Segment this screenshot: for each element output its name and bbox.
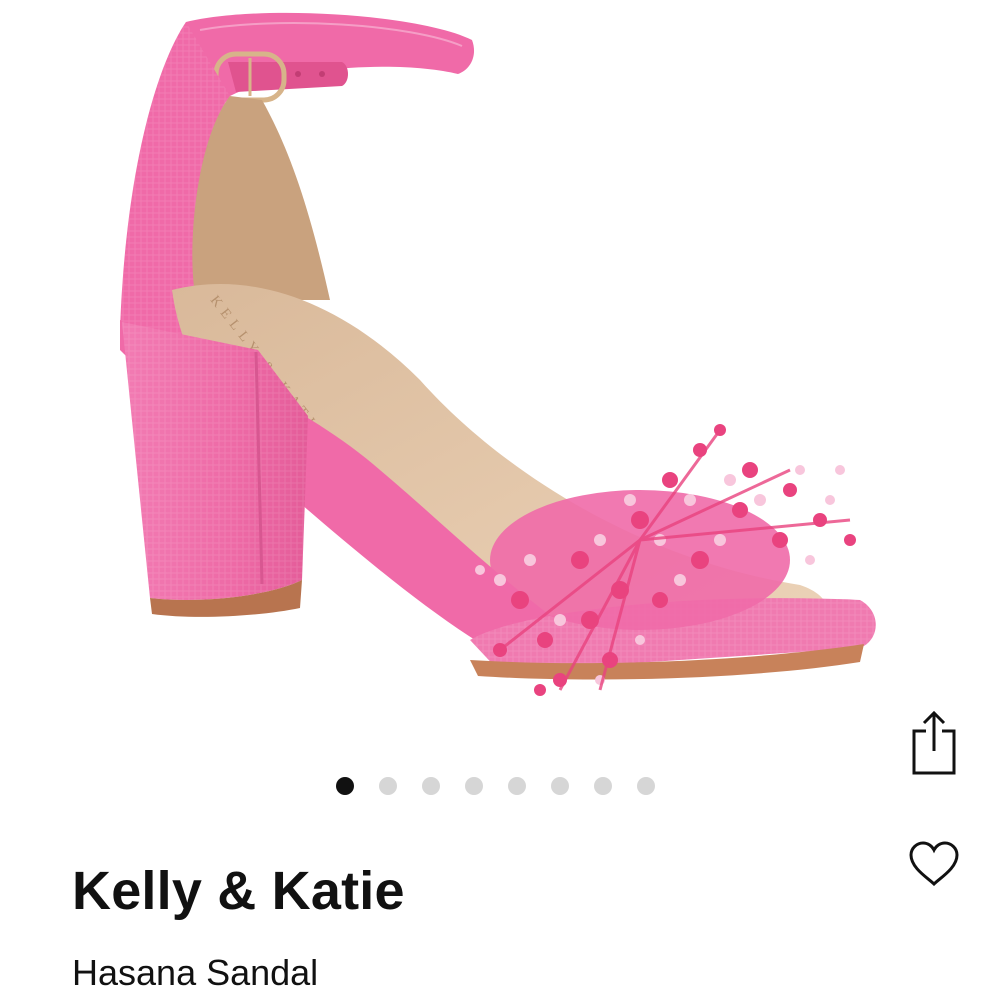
carousel-dot[interactable]: [637, 777, 655, 795]
carousel-dots: [336, 776, 655, 796]
brand-name[interactable]: Kelly & Katie: [72, 864, 405, 918]
carousel-dot[interactable]: [465, 777, 483, 795]
sandal-illustration: KELLY & KATIE: [120, 12, 876, 696]
favorite-button[interactable]: [900, 830, 968, 898]
carousel-dot[interactable]: [508, 777, 526, 795]
share-button[interactable]: [900, 702, 968, 782]
carousel-dot[interactable]: [379, 777, 397, 795]
product-name: Hasana Sandal: [72, 952, 319, 993]
strap-tab: [228, 62, 348, 92]
heart-icon: [909, 841, 959, 887]
carousel-dot[interactable]: [594, 777, 612, 795]
share-icon: [912, 710, 956, 775]
carousel-dot[interactable]: [422, 777, 440, 795]
carousel-dot[interactable]: [336, 777, 354, 795]
product-image[interactable]: KELLY & KATIE: [0, 0, 1000, 720]
carousel-dot[interactable]: [551, 777, 569, 795]
